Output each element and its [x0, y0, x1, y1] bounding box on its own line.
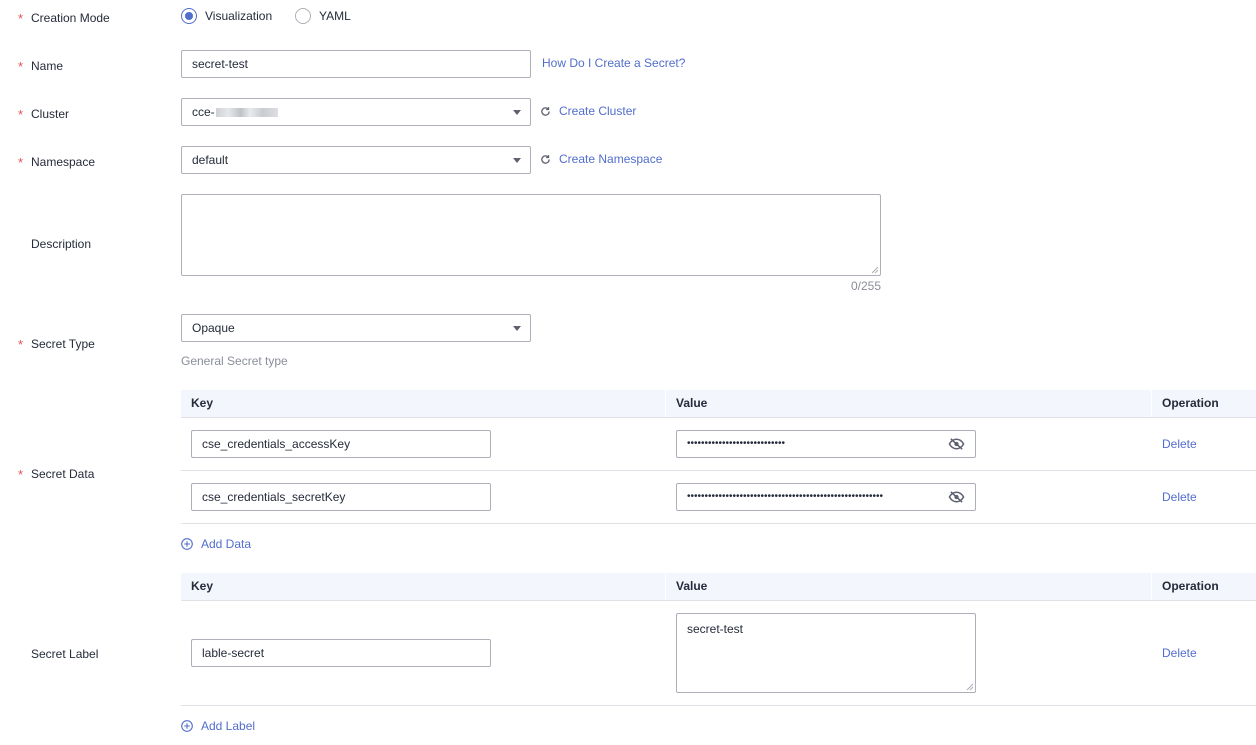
- column-header-operation: Operation: [1162, 579, 1219, 593]
- eye-slash-icon[interactable]: [948, 437, 965, 451]
- secret-label-key-input[interactable]: lable-secret: [191, 639, 491, 667]
- plus-circle-icon[interactable]: [181, 720, 193, 732]
- secret-type-hint: General Secret type: [181, 354, 288, 368]
- delete-label-row-button[interactable]: Delete: [1162, 646, 1197, 660]
- eye-slash-icon[interactable]: [948, 490, 965, 504]
- refresh-icon[interactable]: [540, 106, 551, 117]
- radio-circle[interactable]: [295, 8, 311, 24]
- create-namespace-link[interactable]: Create Namespace: [540, 152, 662, 166]
- cluster-label: * Cluster: [18, 106, 70, 123]
- creation-mode-label: * Creation Mode: [18, 10, 110, 27]
- chevron-down-icon: [513, 326, 521, 331]
- delete-data-row-button[interactable]: Delete: [1162, 490, 1197, 504]
- name-label: * Name: [18, 58, 64, 75]
- description-textarea[interactable]: [181, 194, 881, 276]
- column-header-value: Value: [676, 396, 708, 410]
- namespace-label: * Namespace: [18, 154, 96, 171]
- radio-circle[interactable]: [181, 8, 197, 24]
- required-marker: *: [18, 11, 24, 26]
- description-char-counter: 0/255: [850, 279, 881, 293]
- create-secret-help-link[interactable]: How Do I Create a Secret?: [542, 56, 685, 70]
- secret-data-value-input[interactable]: ••••••••••••••••••••••••••••••••••••••••…: [676, 483, 976, 511]
- column-header-key: Key: [191, 579, 214, 593]
- name-input[interactable]: secret-test: [181, 50, 531, 78]
- secret-label-value-textarea[interactable]: secret-test: [676, 613, 976, 693]
- column-header-operation: Operation: [1162, 396, 1219, 410]
- secret-data-value-input[interactable]: ••••••••••••••••••••••••••••: [676, 430, 976, 458]
- add-data-button[interactable]: Add Data: [181, 537, 251, 551]
- column-header-key: Key: [191, 396, 214, 410]
- add-label-button[interactable]: Add Label: [181, 719, 255, 733]
- delete-data-row-button[interactable]: Delete: [1162, 437, 1197, 451]
- chevron-down-icon: [513, 158, 521, 163]
- cluster-select[interactable]: cce-: [181, 98, 531, 126]
- radio-visualization[interactable]: Visualization: [181, 8, 272, 24]
- secret-data-key-input[interactable]: cse_credentials_secretKey: [191, 483, 491, 511]
- secret-label-label: Secret Label: [31, 647, 99, 661]
- secret-data-table-header: Key Value Operation: [181, 390, 1256, 418]
- resize-handle-icon[interactable]: [871, 266, 879, 274]
- resize-handle-icon[interactable]: [966, 683, 974, 691]
- column-header-value: Value: [676, 579, 708, 593]
- secret-type-select[interactable]: Opaque: [181, 314, 531, 342]
- secret-label-table-header: Key Value Operation: [181, 573, 1256, 601]
- chevron-down-icon: [513, 110, 521, 115]
- description-label: Description: [31, 237, 92, 251]
- create-cluster-link[interactable]: Create Cluster: [540, 104, 636, 118]
- secret-type-label: * Secret Type: [18, 336, 95, 353]
- refresh-icon[interactable]: [540, 154, 551, 165]
- plus-circle-icon[interactable]: [181, 538, 193, 550]
- namespace-select[interactable]: default: [181, 146, 531, 174]
- radio-yaml[interactable]: YAML: [295, 8, 351, 24]
- secret-data-label: * Secret Data: [18, 466, 95, 483]
- redacted-cluster-name: [215, 108, 278, 118]
- secret-data-key-input[interactable]: cse_credentials_accessKey: [191, 430, 491, 458]
